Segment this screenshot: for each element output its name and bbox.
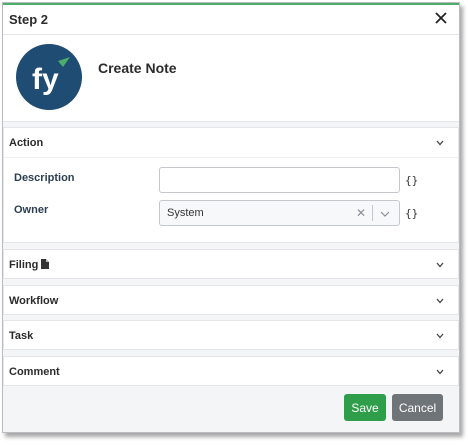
owner-select-value: System — [167, 207, 204, 219]
step-dialog: Step 2 fy Create Note Action Description… — [2, 2, 460, 433]
dialog-title: Step 2 — [9, 12, 49, 27]
owner-expression-toggle[interactable]: {} — [405, 207, 418, 220]
chevron-down-icon — [436, 298, 444, 304]
select-divider — [372, 205, 373, 221]
task-panel[interactable]: Task — [3, 320, 459, 350]
chevron-down-icon — [436, 333, 444, 339]
description-label: Description — [14, 172, 75, 184]
chevron-down-icon[interactable] — [380, 211, 390, 217]
description-expression-toggle[interactable]: {} — [405, 174, 418, 187]
comment-panel[interactable]: Comment — [3, 356, 459, 386]
owner-select[interactable]: System ✕ — [159, 200, 400, 226]
save-button[interactable]: Save — [344, 394, 386, 421]
logo-mark-icon: fy — [32, 57, 70, 96]
app-logo: fy — [16, 44, 82, 110]
document-icon — [41, 259, 49, 269]
action-panel-title: Action — [9, 137, 44, 149]
comment-panel-title: Comment — [9, 366, 60, 378]
owner-label: Owner — [14, 204, 49, 216]
close-icon[interactable] — [431, 8, 451, 28]
filing-panel[interactable]: Filing — [3, 249, 459, 279]
chevron-down-icon — [436, 262, 444, 268]
cancel-button[interactable]: Cancel — [392, 394, 443, 421]
action-panel-header[interactable]: Action — [4, 128, 458, 158]
node-summary: fy Create Note — [3, 35, 459, 122]
action-panel: Action Description {} Owner System ✕ {} — [3, 127, 459, 243]
description-input[interactable] — [159, 167, 400, 193]
logo-text: fy — [32, 63, 59, 96]
node-title: Create Note — [98, 60, 177, 76]
chevron-down-icon — [436, 369, 444, 375]
workflow-panel-title: Workflow — [9, 295, 59, 307]
clear-icon[interactable]: ✕ — [356, 206, 366, 220]
workflow-panel[interactable]: Workflow — [3, 285, 459, 315]
chevron-down-icon — [436, 140, 444, 146]
task-panel-title: Task — [9, 330, 34, 342]
dialog-header: Step 2 — [3, 3, 459, 35]
filing-panel-title: Filing — [9, 259, 39, 271]
